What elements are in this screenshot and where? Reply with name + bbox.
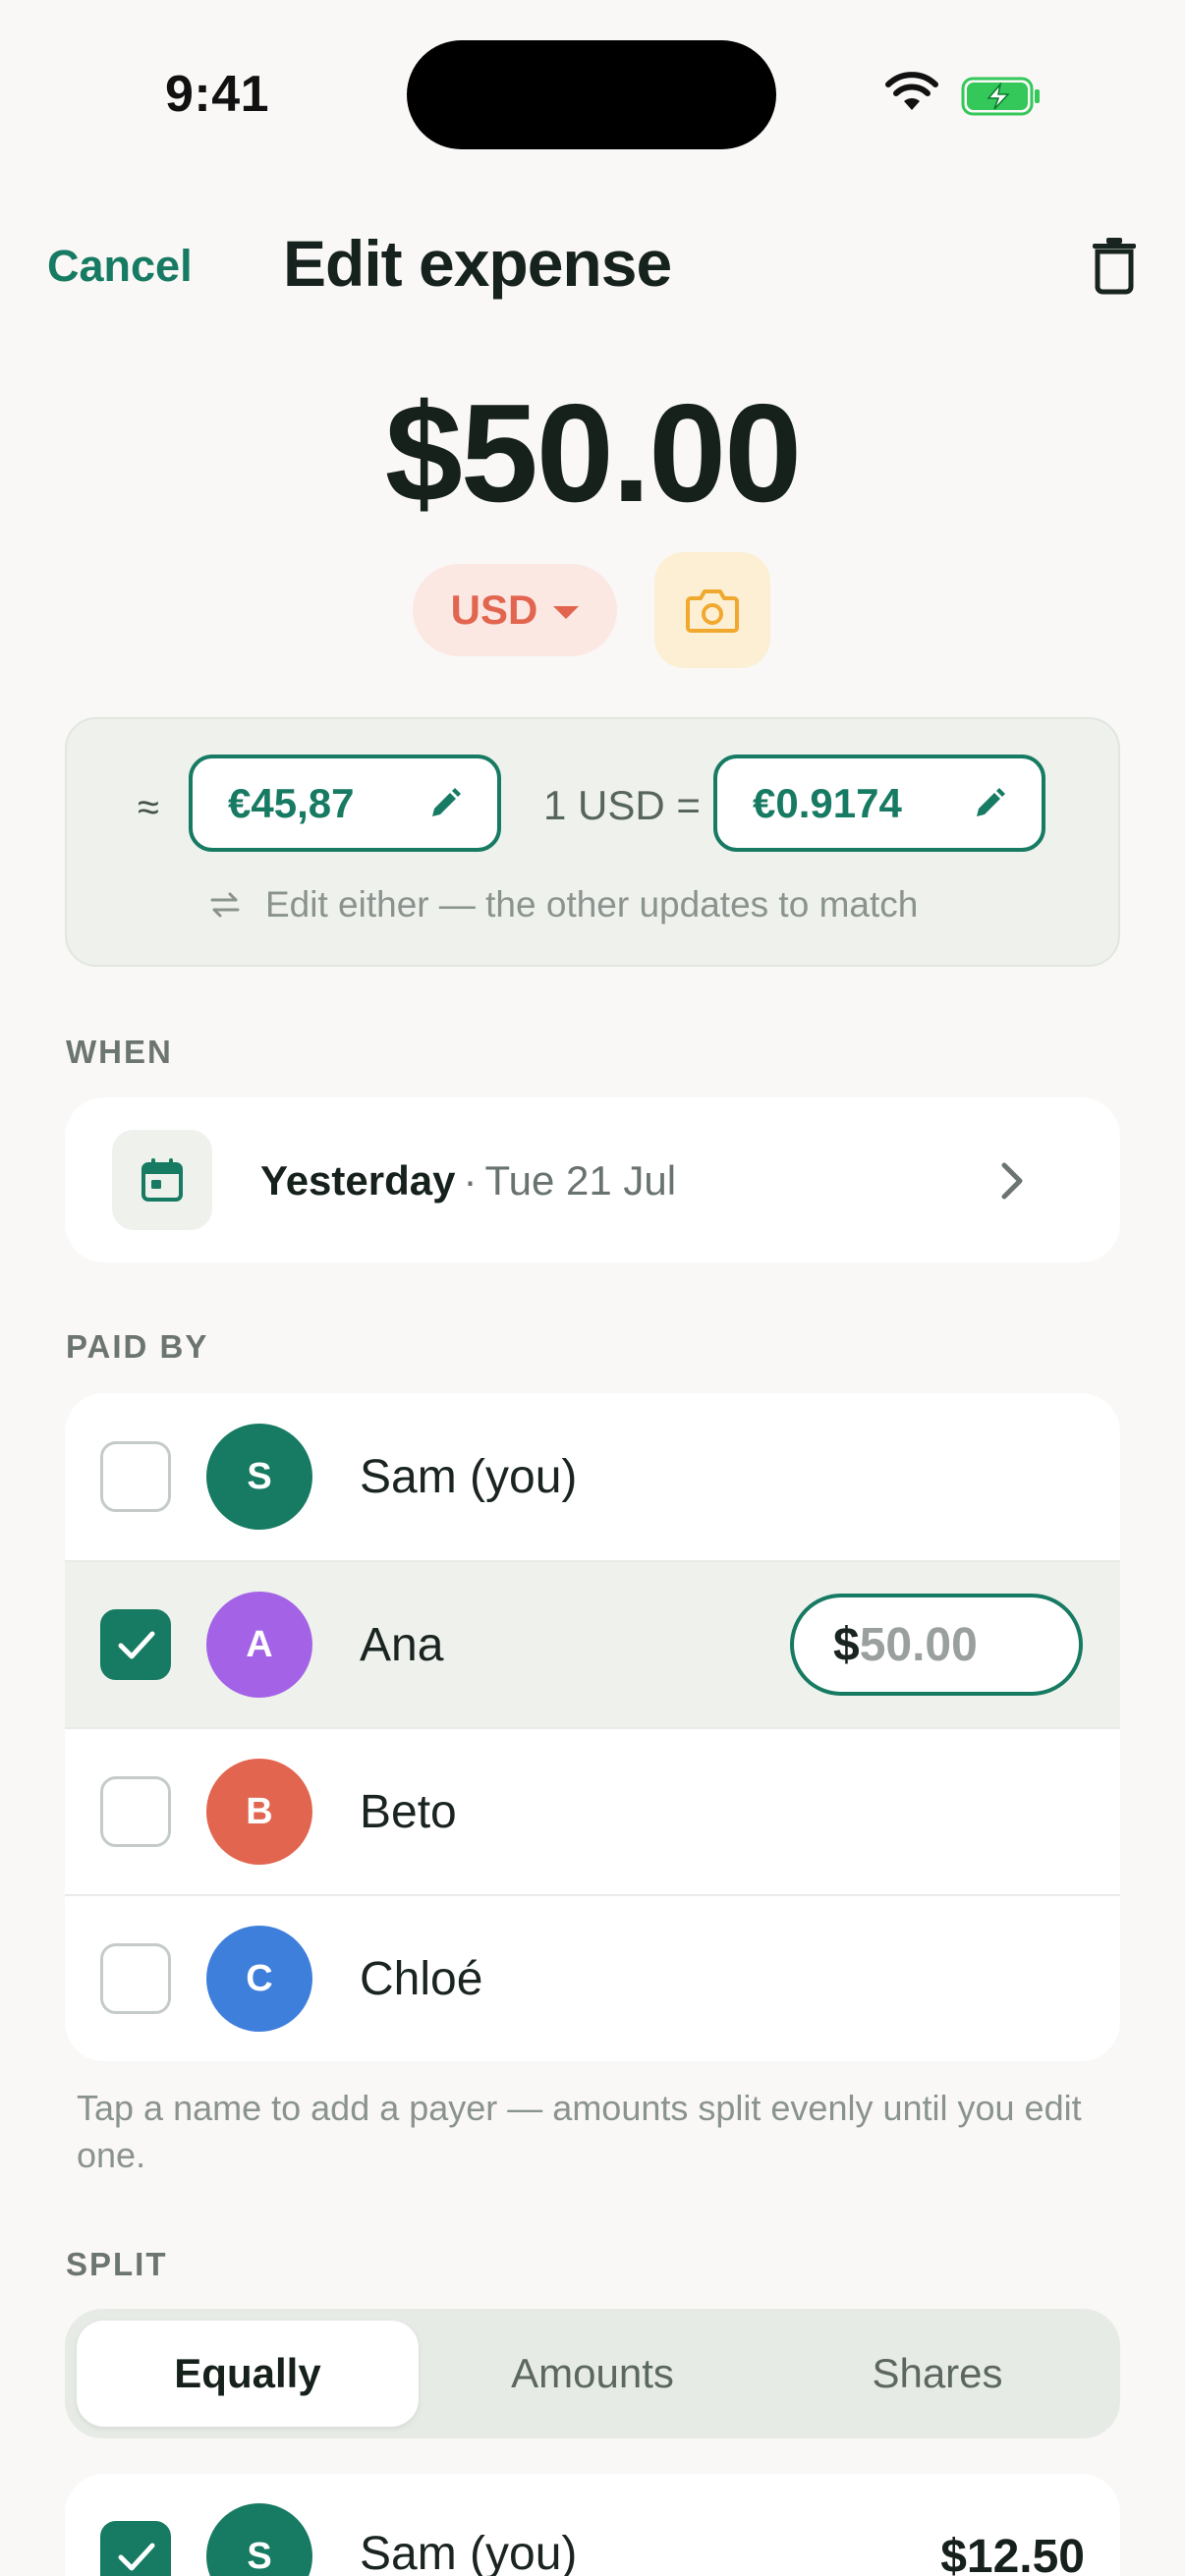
calendar-icon (141, 1158, 183, 1202)
calendar-icon-box (112, 1130, 212, 1230)
paid-by-list: S Sam (you) A Ana $ 50.00 B Beto C Chloé (65, 1393, 1120, 2061)
payer-name: Chloé (360, 1952, 483, 2005)
caret-down-icon (553, 605, 580, 619)
date-text: Yesterday · Tue 21 Jul (260, 1157, 676, 1204)
payer-name: Ana (360, 1618, 444, 1671)
payer-checkbox[interactable] (100, 1943, 171, 2014)
split-mode-equally[interactable]: Equally (77, 2321, 419, 2427)
date-separator: · (463, 1157, 478, 1204)
payer-amount-value: 50.00 (859, 1618, 978, 1671)
payer-amount-input[interactable]: $ 50.00 (790, 1594, 1083, 1696)
paid-by-hint: Tap a name to add a payer — amounts spli… (77, 2088, 1082, 2175)
payer-checkbox-checked[interactable] (100, 1609, 171, 1680)
split-list: S Sam (you) $12.50 (65, 2474, 1120, 2576)
payer-name: Sam (you) (360, 1450, 578, 1503)
split-checkbox-checked[interactable] (100, 2521, 171, 2576)
page-title: Edit expense (283, 227, 672, 300)
pencil-icon (977, 787, 1005, 816)
wifi-icon (885, 72, 938, 110)
split-row-sam[interactable]: S Sam (you) $12.50 (65, 2474, 1120, 2576)
split-mode-segmented-control: Equally Amounts Shares (65, 2309, 1120, 2438)
trash-icon[interactable] (1089, 236, 1140, 295)
avatar: A (206, 1592, 312, 1698)
currency-selector[interactable]: USD (413, 564, 617, 656)
battery-charging-icon (961, 77, 1040, 116)
checkmark-icon (118, 2543, 155, 2571)
split-name: Sam (you) (360, 2528, 578, 2576)
avatar: B (206, 1759, 312, 1865)
payer-name: Beto (360, 1785, 457, 1838)
swap-arrows-icon (210, 892, 240, 918)
cancel-button[interactable]: Cancel (47, 241, 193, 292)
conversion-hint-text: Edit either — the other updates to match (265, 884, 919, 924)
exchange-rate-value: €0.9174 (753, 779, 902, 826)
chevron-right-icon (1001, 1162, 1023, 1200)
date-relative: Yesterday (260, 1157, 456, 1204)
pencil-icon (432, 787, 461, 816)
approx-symbol: ≈ (138, 786, 159, 829)
split-section-label: SPLIT (66, 2246, 168, 2282)
conversion-hint: Edit either — the other updates to match (208, 884, 918, 925)
split-mode-shares[interactable]: Shares (766, 2321, 1108, 2427)
rate-label: 1 USD = (543, 782, 701, 828)
dynamic-island (407, 40, 776, 149)
payer-row-sam[interactable]: S Sam (you) (65, 1393, 1120, 1560)
receipt-camera-button[interactable] (654, 552, 770, 668)
checkmark-icon (118, 1631, 155, 1659)
paid-by-section-label: PAID BY (66, 1328, 209, 1365)
avatar: S (206, 1424, 312, 1530)
status-time: 9:41 (165, 66, 270, 123)
split-amount: $12.50 (940, 2531, 1085, 2576)
avatar: S (206, 2503, 312, 2576)
payer-row-chloe[interactable]: C Chloé (65, 1894, 1120, 2061)
exchange-rate-field[interactable]: €0.9174 (713, 755, 1045, 852)
converted-amount-value: €45,87 (228, 779, 355, 826)
when-section-label: WHEN (66, 1034, 173, 1070)
avatar: C (206, 1926, 312, 2032)
expense-amount[interactable]: $50.00 (0, 373, 1185, 534)
payer-amount-currency: $ (833, 1618, 860, 1671)
payer-checkbox[interactable] (100, 1441, 171, 1512)
converted-amount-field[interactable]: €45,87 (189, 755, 501, 852)
payer-row-ana[interactable]: A Ana $ 50.00 (65, 1560, 1120, 1727)
camera-icon (686, 589, 739, 633)
split-mode-amounts[interactable]: Amounts (422, 2321, 763, 2427)
payer-checkbox[interactable] (100, 1776, 171, 1847)
payer-row-beto[interactable]: B Beto (65, 1727, 1120, 1894)
currency-label: USD (450, 587, 538, 633)
date-full: Tue 21 Jul (484, 1157, 677, 1204)
